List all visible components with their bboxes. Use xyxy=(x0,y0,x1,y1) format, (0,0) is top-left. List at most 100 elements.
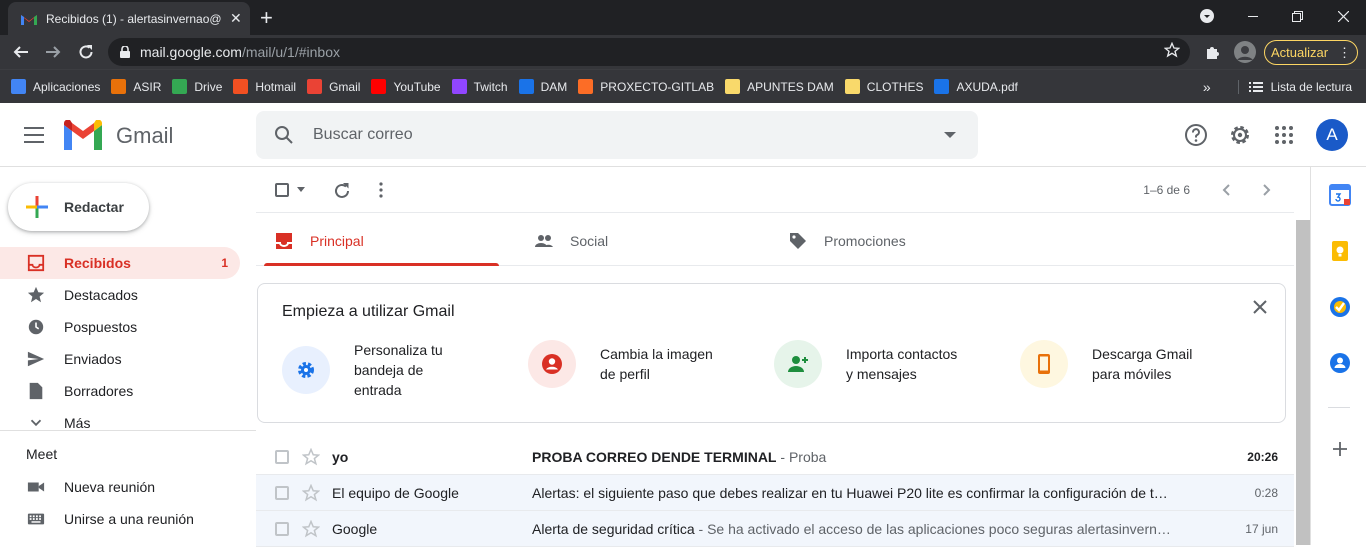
bookmark-item[interactable]: Twitch xyxy=(451,79,508,94)
getting-started-card[interactable]: Importa contactos y mensajes xyxy=(774,340,966,388)
new-tab-button[interactable]: + xyxy=(260,5,273,31)
more-options-icon[interactable] xyxy=(379,182,383,198)
profile-avatar-button[interactable] xyxy=(1232,39,1258,65)
refresh-icon[interactable] xyxy=(333,182,351,200)
main-menu-icon[interactable] xyxy=(24,127,44,143)
email-row[interactable]: Google Alerta de seguridad crítica - Se h… xyxy=(256,511,1294,547)
star-icon xyxy=(302,484,320,502)
tab-close-icon[interactable]: ✕ xyxy=(230,10,242,27)
next-page-icon[interactable] xyxy=(1263,184,1271,196)
email-snippet: - Proba xyxy=(776,449,827,465)
search-input[interactable]: Buscar correo xyxy=(313,126,413,144)
url-host: mail.google.com xyxy=(140,44,242,60)
person-add-icon xyxy=(788,356,808,372)
bookmark-item[interactable]: Hotmail xyxy=(233,79,296,94)
calendar-icon[interactable] xyxy=(1329,184,1351,206)
forward-button[interactable] xyxy=(40,39,66,65)
bookmark-label: DAM xyxy=(540,79,568,94)
bookmark-item[interactable]: Drive xyxy=(172,79,222,94)
email-sender: El equipo de Google xyxy=(332,485,459,501)
star-icon xyxy=(302,448,320,466)
close-icon[interactable] xyxy=(1253,300,1267,314)
browser-tab[interactable]: Recibidos (1) - alertasinvernao@gm ✕ xyxy=(8,2,250,35)
tab-social[interactable]: Social xyxy=(524,215,759,266)
meet-item[interactable]: Unirse a una reunión xyxy=(0,503,240,535)
bookmark-item[interactable]: Aplicaciones xyxy=(11,79,100,94)
bookmark-item[interactable]: PROXECTO-GITLAB xyxy=(578,79,714,94)
card-icon-circle xyxy=(528,340,576,388)
meet-item[interactable]: Nueva reunión xyxy=(0,471,240,503)
help-icon[interactable] xyxy=(1184,123,1208,147)
getting-started-card[interactable]: Cambia la imagen de perfil xyxy=(528,340,720,388)
bookmarks-overflow-icon[interactable]: » xyxy=(1203,79,1211,95)
minimize-button[interactable] xyxy=(1230,0,1276,32)
search-bar[interactable]: Buscar correo xyxy=(256,111,978,159)
bookmark-item[interactable]: ASIR xyxy=(111,79,161,94)
tasks-icon[interactable] xyxy=(1329,296,1351,318)
sidebar-item-enviados[interactable]: Enviados xyxy=(0,343,240,375)
bookmark-item[interactable]: AXUDA.pdf xyxy=(934,79,1018,94)
scrollbar[interactable] xyxy=(1296,220,1310,545)
email-list: yo PROBA CORREO DENDE TERMINAL - Proba 20:… xyxy=(256,439,1294,547)
search-icon[interactable] xyxy=(274,125,294,145)
keyboard-icon xyxy=(27,513,45,525)
contacts-icon[interactable] xyxy=(1329,352,1351,374)
prev-page-icon[interactable] xyxy=(1222,184,1230,196)
bookmark-item[interactable]: APUNTES DAM xyxy=(725,79,834,94)
compose-button[interactable]: Redactar xyxy=(8,183,149,231)
keep-icon[interactable] xyxy=(1329,240,1351,262)
tab-strip: Recibidos (1) - alertasinvernao@gm ✕ + xyxy=(0,0,1366,35)
back-button[interactable] xyxy=(8,39,34,65)
tab-promociones[interactable]: Promociones xyxy=(778,215,1013,266)
row-checkbox[interactable] xyxy=(275,486,289,500)
restore-icon xyxy=(1291,10,1303,22)
bookmark-item[interactable]: YouTube xyxy=(371,79,441,94)
reading-list-button[interactable]: Lista de lectura xyxy=(1237,79,1352,94)
bookmark-item[interactable]: Gmail xyxy=(307,79,360,94)
bookmark-label: PROXECTO-GITLAB xyxy=(600,79,715,94)
tab-label: Principal xyxy=(310,232,364,249)
gmail-logo[interactable] xyxy=(64,120,102,150)
meet-item-label: Unirse a una reunión xyxy=(64,511,194,527)
tab-principal[interactable]: Principal xyxy=(264,215,499,266)
tag-icon xyxy=(790,232,806,249)
add-addon-icon[interactable] xyxy=(1332,441,1348,457)
profile-menu-button[interactable] xyxy=(1184,0,1230,32)
sidebar-item-más[interactable]: Más xyxy=(0,407,240,439)
sidebar-item-recibidos[interactable]: Recibidos 1 xyxy=(0,247,240,279)
bookmark-item[interactable]: DAM xyxy=(518,79,568,94)
select-all-checkbox[interactable] xyxy=(275,183,289,197)
extensions-button[interactable] xyxy=(1200,39,1226,65)
bookmark-favicon-icon xyxy=(307,79,323,94)
settings-gear-icon[interactable] xyxy=(1228,123,1252,147)
sidebar-item-destacados[interactable]: Destacados xyxy=(0,279,240,311)
sidebar-item-label: Enviados xyxy=(64,351,122,367)
email-sender: Google xyxy=(332,521,378,537)
close-window-button[interactable] xyxy=(1320,0,1366,32)
more-vert-icon: ⋮ xyxy=(1338,44,1352,60)
bookmark-star-icon[interactable] xyxy=(1164,42,1180,58)
card-text: Descarga Gmail para móviles xyxy=(1092,346,1193,382)
email-row[interactable]: El equipo de Google Alertas: el siguiente… xyxy=(256,475,1294,511)
apps-grid-icon[interactable] xyxy=(1272,123,1296,147)
reload-button[interactable] xyxy=(73,39,99,65)
update-button[interactable]: Actualizar ⋮ xyxy=(1264,40,1358,65)
email-row[interactable]: yo PROBA CORREO DENDE TERMINAL - Proba 20:… xyxy=(256,439,1294,475)
row-checkbox[interactable] xyxy=(275,450,289,464)
search-options-icon[interactable] xyxy=(944,132,956,138)
getting-started-card[interactable]: Personaliza tu bandeja de entrada xyxy=(282,340,474,400)
action-bar: 1–6 de 6 xyxy=(256,167,1294,213)
sidebar-item-label: Más xyxy=(64,415,91,431)
address-bar[interactable]: mail.google.com/mail/u/1/#inbox xyxy=(108,38,1190,66)
minimize-icon xyxy=(1248,16,1258,17)
restore-button[interactable] xyxy=(1274,0,1320,32)
bookmark-item[interactable]: CLOTHES xyxy=(844,79,923,94)
sidebar-item-pospuestos[interactable]: Pospuestos xyxy=(0,311,240,343)
sidebar-item-borradores[interactable]: Borradores xyxy=(0,375,240,407)
getting-started-card[interactable]: Descarga Gmail para móviles xyxy=(1020,340,1212,388)
select-menu-chevron-icon[interactable] xyxy=(297,187,305,192)
account-avatar[interactable]: A xyxy=(1316,119,1348,151)
email-subject: Alerta de seguridad crítica xyxy=(532,521,695,537)
row-checkbox[interactable] xyxy=(275,522,289,536)
phone-icon xyxy=(1038,354,1050,374)
